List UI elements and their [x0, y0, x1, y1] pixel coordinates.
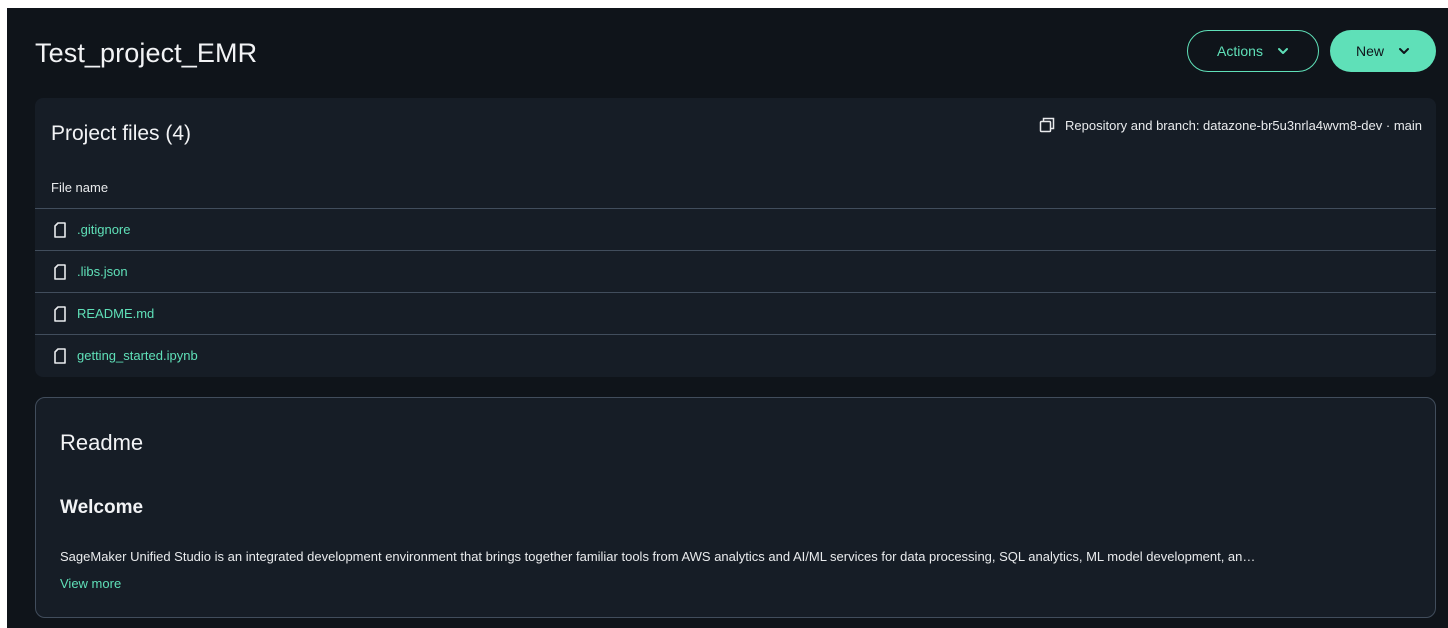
- readme-panel: Readme Welcome SageMaker Unified Studio …: [35, 397, 1436, 618]
- readme-title: Readme: [60, 430, 144, 455]
- new-button-label: New: [1355, 43, 1384, 59]
- file-link-libs-json[interactable]: .libs.json: [77, 264, 128, 279]
- file-link-getting-started[interactable]: getting_started.ipynb: [77, 348, 198, 363]
- actions-button[interactable]: Actions: [1187, 30, 1319, 72]
- project-files-panel: Project files (4) Repository and branch:…: [35, 98, 1436, 377]
- file-icon: [54, 221, 66, 238]
- project-files-title: Project files (4): [51, 122, 192, 145]
- table-row: getting_started.ipynb: [35, 334, 1436, 376]
- file-icon: [54, 263, 66, 280]
- column-header-file-name[interactable]: File name: [51, 180, 108, 195]
- actions-button-label: Actions: [1217, 43, 1263, 59]
- readme-description: SageMaker Unified Studio is an integrate…: [60, 549, 1256, 564]
- table-row: .libs.json: [35, 250, 1436, 292]
- page-title: Test_project_EMR: [35, 38, 258, 68]
- table-row: .gitignore: [35, 208, 1436, 250]
- files-table: .gitignore .libs.json README.md getting_…: [35, 208, 1436, 376]
- file-link-gitignore[interactable]: .gitignore: [77, 222, 130, 237]
- repository-branch-text: Repository and branch: datazone-br5u3nrl…: [1065, 117, 1422, 133]
- app-window: Test_project_EMR Actions New Project fil…: [7, 8, 1448, 628]
- page-header: Test_project_EMR Actions New: [7, 8, 1448, 96]
- file-icon: [54, 305, 66, 322]
- table-row: README.md: [35, 292, 1436, 334]
- view-more-link[interactable]: View more: [60, 576, 121, 591]
- readme-heading: Welcome: [60, 497, 144, 518]
- chevron-down-icon: [1399, 48, 1409, 54]
- file-icon: [54, 347, 66, 364]
- copy-icon[interactable]: [1039, 117, 1055, 133]
- new-button[interactable]: New: [1330, 30, 1436, 72]
- chevron-down-icon: [1277, 48, 1288, 54]
- repository-branch: Repository and branch: datazone-br5u3nrl…: [1039, 117, 1422, 133]
- file-link-readme[interactable]: README.md: [77, 306, 154, 321]
